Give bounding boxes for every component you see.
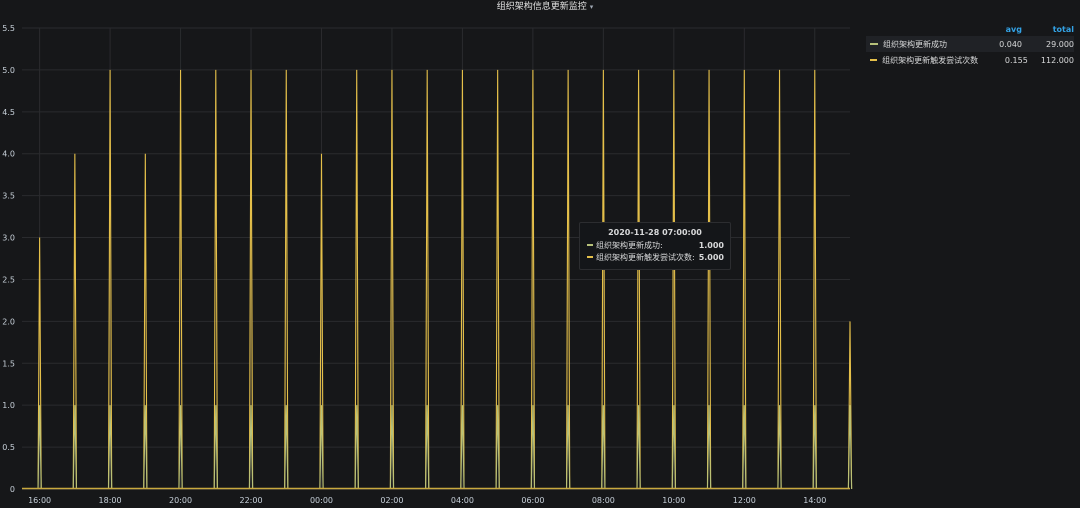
y-tick-label: 5.0 [2,66,15,75]
x-tick-label: 18:00 [99,496,122,505]
legend-item[interactable]: 组织架构更新触发尝试次数 0.155 112.000 [866,52,1074,68]
x-tick-label: 14:00 [803,496,826,505]
legend-swatch[interactable] [870,59,878,61]
tooltip-value: 1.000 [698,240,724,250]
y-tick-label: 1.0 [2,401,15,410]
panel-title-text: 组织架构信息更新监控 [496,2,587,12]
y-tick-label: 3.0 [2,234,15,243]
x-tick-label: 06:00 [521,496,544,505]
tooltip-value: 5.000 [698,252,724,262]
y-tick-label: 0.5 [2,443,15,452]
legend: avg total 组织架构更新成功 0.040 29.000 组织架构更新触发… [866,22,1074,68]
tooltip-label: 组织架构更新成功: [596,240,663,250]
hover-tooltip: 2020-11-28 07:00:00 组织架构更新成功: 1.000 组织架构… [579,222,731,270]
y-tick-label: 5.5 [2,24,15,33]
x-tick-label: 00:00 [310,496,333,505]
x-tick-label: 10:00 [662,496,685,505]
tooltip-swatch [587,256,593,258]
legend-series-name[interactable]: 组织架构更新触发尝试次数 [882,55,978,66]
x-tick-label: 20:00 [169,496,192,505]
y-tick-label: 3.5 [2,192,15,201]
x-tick-label: 08:00 [592,496,615,505]
legend-avg-value: 0.040 [999,39,1022,49]
chevron-down-icon[interactable]: ▾ [590,3,594,11]
legend-series-name[interactable]: 组织架构更新成功 [883,39,966,50]
x-tick-label: 22:00 [239,496,262,505]
tooltip-swatch [587,244,593,246]
legend-total-value: 112.000 [1040,55,1074,65]
x-tick-label: 02:00 [380,496,403,505]
tooltip-time: 2020-11-28 07:00:00 [608,228,702,237]
tooltip-row: 组织架构更新触发尝试次数: 5.000 [580,251,730,263]
legend-avg-header[interactable]: avg [966,25,1022,34]
legend-total-value: 29.000 [1046,39,1074,49]
legend-total-header[interactable]: total [1022,25,1074,34]
y-tick-label: 0 [10,485,15,494]
x-tick-label: 16:00 [28,496,51,505]
legend-swatch[interactable] [870,43,878,45]
y-tick-label: 4.5 [2,108,15,117]
tooltip-row: 组织架构更新成功: 1.000 [580,239,730,251]
tooltip-label: 组织架构更新触发尝试次数: [596,252,695,262]
time-series-chart[interactable]: 0 0.5 1.0 1.5 2.0 2.5 3.0 3.5 4.0 4.5 5.0 5.5 16:00… [0,14,860,508]
x-tick-label: 04:00 [451,496,474,505]
legend-item[interactable]: 组织架构更新成功 0.040 29.000 [866,36,1074,52]
y-tick-label: 4.0 [2,150,15,159]
y-axis-ticks: 0 0.5 1.0 1.5 2.0 2.5 3.0 3.5 4.0 4.5 5.0 5.5 [2,24,15,494]
y-tick-label: 2.0 [2,317,15,326]
x-axis-ticks: 16:00 18:00 20:00 22:00 00:00 02:00 04:00 06:00… [28,496,826,505]
legend-avg-value: 0.155 [1004,55,1028,65]
y-tick-label: 1.5 [2,359,15,368]
x-tick-label: 12:00 [733,496,756,505]
legend-header: avg total [866,22,1074,36]
y-tick-label: 2.5 [2,275,15,284]
